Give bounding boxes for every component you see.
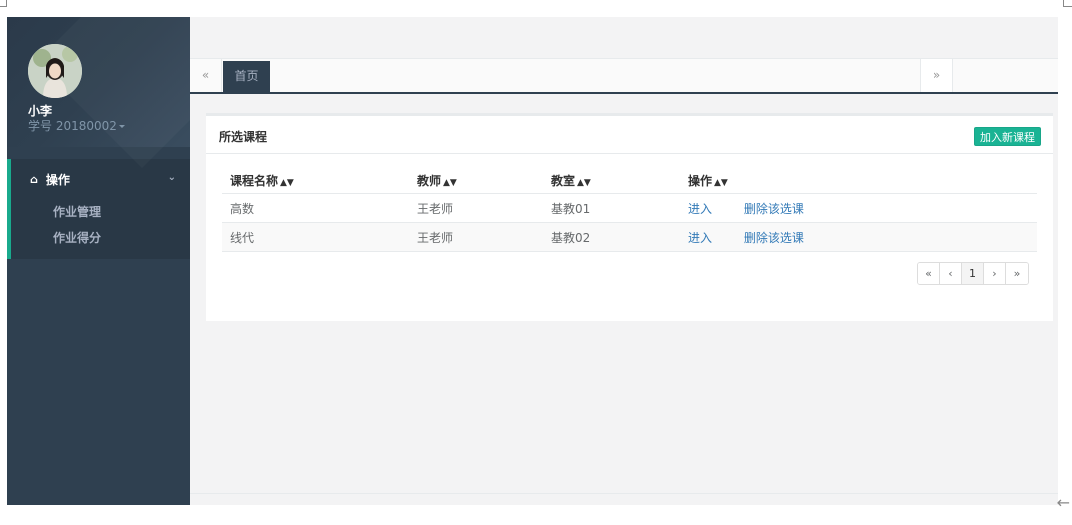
add-course-button[interactable]: 加入新课程 (974, 127, 1041, 146)
column-header-label: 教室 (551, 174, 576, 188)
home-icon: ⌂ (30, 172, 38, 186)
table-row: 高数 王老师 基教01 进入 删除该选课 (222, 194, 1037, 223)
enter-course-link[interactable]: 进入 (688, 231, 712, 245)
sort-icon: ▲▼ (280, 178, 294, 188)
table-header-row: 课程名称 ▲▼ 教师 ▲▼ 教室 ▲▼ 操作 ▲▼ (222, 168, 1037, 194)
actions-cell: 进入 删除该选课 (688, 229, 1037, 246)
profile-card: 小李 学号 20180002 (7, 17, 190, 147)
nav-group-label: 操作 (45, 172, 70, 187)
back-arrow-icon[interactable]: ← (1057, 495, 1070, 511)
table-row: 线代 王老师 基教02 进入 删除该选课 (222, 223, 1037, 252)
nav-group-header[interactable]: ⌂ 操作 ⌄ (11, 159, 190, 199)
room-cell: 基教02 (551, 230, 591, 245)
sidebar-item-homework-score[interactable]: 作业得分 (11, 225, 190, 251)
sort-icon: ▲▼ (714, 178, 728, 188)
sort-icon: ▲▼ (443, 178, 457, 188)
sort-icon: ▲▼ (577, 178, 591, 188)
column-header-label: 操作 (688, 174, 713, 188)
tab-scroll-left-button[interactable]: « (190, 59, 222, 92)
pagination-last-button[interactable]: » (1006, 263, 1028, 284)
chevron-down-icon: ⌄ (167, 172, 176, 183)
remove-course-link[interactable]: 删除该选课 (744, 202, 804, 216)
top-header (190, 17, 1058, 59)
avatar[interactable] (28, 44, 82, 98)
nav-spacer (7, 147, 190, 159)
column-header-label: 教师 (417, 174, 442, 188)
window-corner-top-right (1063, 0, 1072, 7)
tab-scroll-right-button[interactable]: » (920, 59, 953, 92)
panel-title: 所选课程 (219, 130, 268, 144)
sidebar-item-homework-management[interactable]: 作业管理 (11, 199, 190, 225)
profile-id-dropdown[interactable]: 学号 20180002 (28, 117, 125, 134)
remove-course-link[interactable]: 删除该选课 (744, 231, 804, 245)
pagination-prev-button[interactable]: ‹ (940, 263, 962, 284)
window-corner-top-left (0, 0, 7, 7)
tab-bar: « 首页 » (190, 59, 1058, 94)
column-header-course[interactable]: 课程名称 ▲▼ (222, 172, 417, 189)
pagination-next-button[interactable]: › (984, 263, 1006, 284)
actions-cell: 进入 删除该选课 (688, 200, 1037, 217)
enter-course-link[interactable]: 进入 (688, 202, 712, 216)
tab-home[interactable]: 首页 (223, 61, 270, 92)
column-header-label: 课程名称 (230, 174, 279, 188)
main-content: « 首页 » 所选课程 加入新课程 课程名称 ▲▼ 教师 ▲▼ 教室 ▲▼ 操作 ▲▼ … (190, 17, 1058, 505)
column-header-actions[interactable]: 操作 ▲▼ (688, 172, 1037, 189)
caret-down-icon (118, 125, 125, 128)
teacher-cell: 王老师 (417, 201, 454, 216)
column-header-room[interactable]: 教室 ▲▼ (551, 172, 688, 189)
pagination-page-1[interactable]: 1 (962, 263, 984, 284)
profile-id-label: 学号 20180002 (28, 119, 117, 133)
sidebar: 小李 学号 20180002 ⌂ 操作 ⌄ 作业管理 作业得分 (7, 17, 190, 505)
panel-header: 所选课程 加入新课程 (206, 116, 1053, 154)
pagination-first-button[interactable]: « (918, 263, 940, 284)
course-name-cell: 线代 (230, 230, 255, 245)
room-cell: 基教01 (551, 201, 591, 216)
course-name-cell: 高数 (230, 201, 255, 216)
courses-table: 课程名称 ▲▼ 教师 ▲▼ 教室 ▲▼ 操作 ▲▼ 高数 王老师 基教01 进入 删除该… (222, 168, 1037, 252)
pagination: « ‹ 1 › » (917, 262, 1029, 285)
nav-group-operations: ⌂ 操作 ⌄ 作业管理 作业得分 (7, 159, 190, 259)
selected-courses-panel: 所选课程 加入新课程 课程名称 ▲▼ 教师 ▲▼ 教室 ▲▼ 操作 ▲▼ 高数 王老师 … (206, 113, 1053, 321)
column-header-teacher[interactable]: 教师 ▲▼ (417, 172, 551, 189)
footer-divider (190, 493, 1058, 494)
teacher-cell: 王老师 (417, 230, 454, 245)
